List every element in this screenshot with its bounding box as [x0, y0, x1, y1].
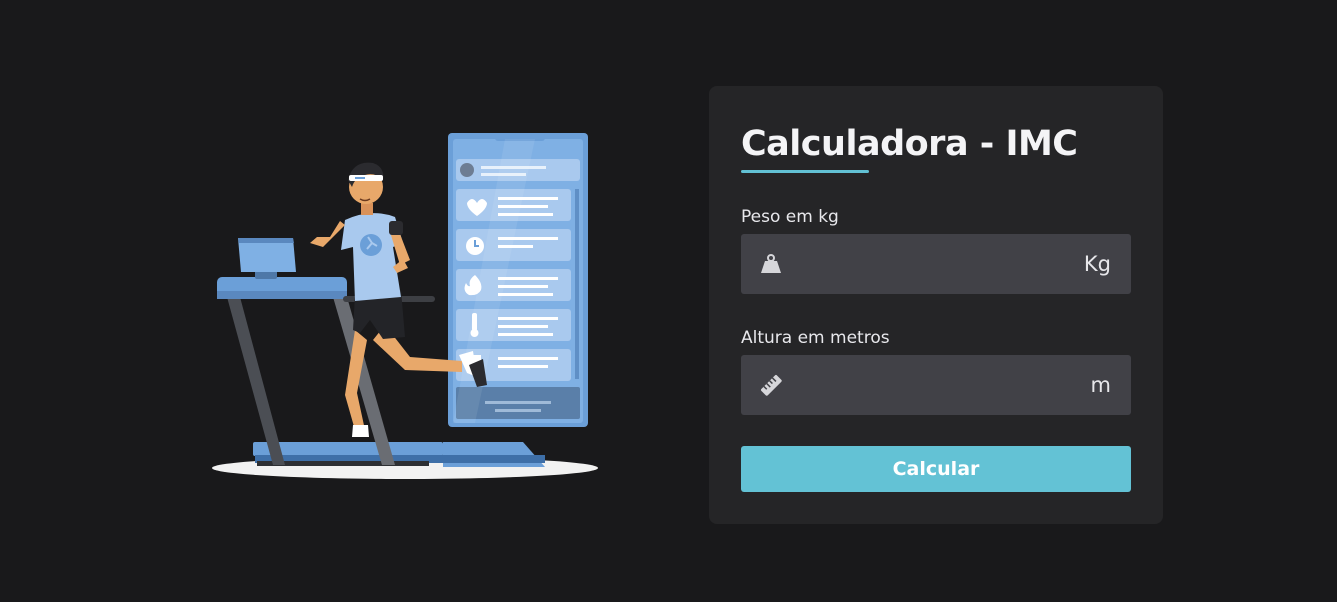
- height-label: Altura em metros: [741, 328, 890, 348]
- weight-input[interactable]: [783, 234, 1084, 294]
- page-title: Calculadora - IMC: [741, 124, 1078, 164]
- weight-icon: [759, 252, 783, 276]
- phone-app-graphic: [448, 133, 588, 427]
- fitness-illustration: [205, 125, 605, 485]
- title-underline: [741, 170, 869, 173]
- weight-unit: Kg: [1083, 252, 1111, 276]
- height-field: m: [741, 355, 1131, 415]
- height-unit: m: [1090, 373, 1111, 397]
- bmi-calculator-card: Calculadora - IMC Peso em kg Kg Altura e…: [709, 86, 1163, 524]
- page: Calculadora - IMC Peso em kg Kg Altura e…: [0, 0, 1337, 602]
- ruler-icon: [759, 373, 783, 397]
- height-input[interactable]: [783, 355, 1091, 415]
- weight-label: Peso em kg: [741, 207, 839, 227]
- weight-field: Kg: [741, 234, 1131, 294]
- calculate-button[interactable]: Calcular: [741, 446, 1131, 492]
